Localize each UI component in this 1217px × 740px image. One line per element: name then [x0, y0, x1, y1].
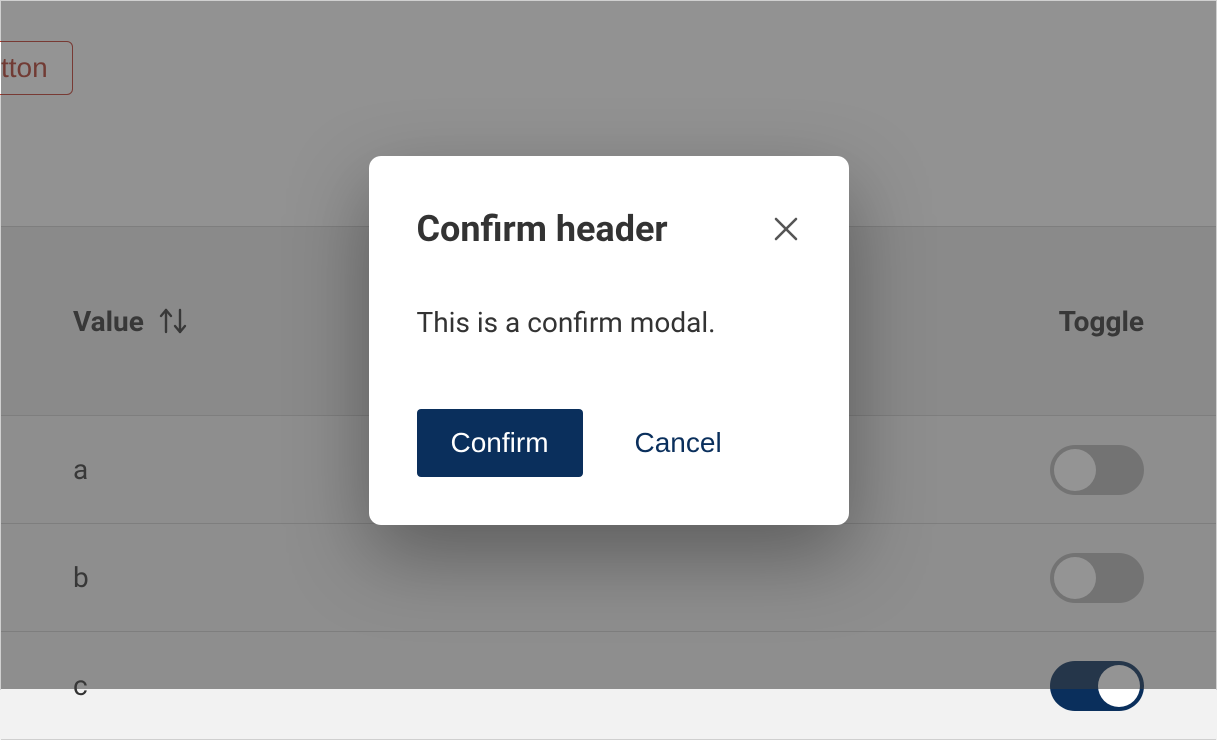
- modal-header: Confirm header: [417, 208, 801, 250]
- confirm-modal: Confirm header This is a confirm modal. …: [369, 156, 849, 525]
- modal-title: Confirm header: [417, 208, 668, 250]
- cancel-button[interactable]: Cancel: [627, 409, 730, 477]
- modal-actions: Confirm Cancel: [417, 409, 801, 477]
- close-icon[interactable]: [771, 214, 801, 244]
- confirm-button[interactable]: Confirm: [417, 409, 583, 477]
- modal-body-text: This is a confirm modal.: [417, 306, 801, 339]
